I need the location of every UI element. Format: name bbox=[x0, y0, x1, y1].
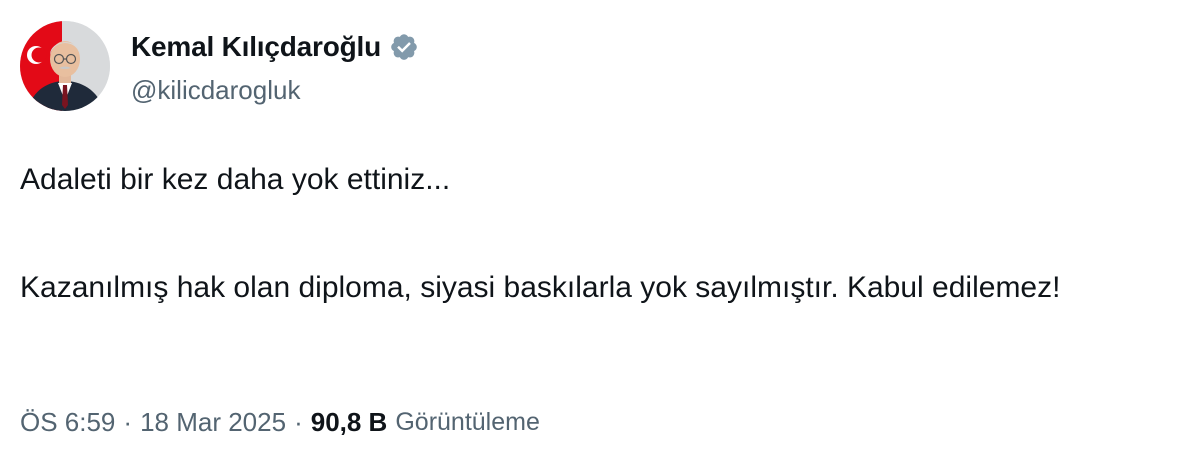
tweet-meta: ÖS 6:59 · 18 Mar 2025 · 90,8 B Görüntüle… bbox=[20, 407, 540, 438]
profile-photo-icon bbox=[20, 21, 110, 111]
tweet-time[interactable]: ÖS 6:59 bbox=[20, 407, 115, 438]
meta-separator: · bbox=[123, 407, 133, 437]
avatar[interactable] bbox=[20, 21, 110, 111]
views-label: Görüntüleme bbox=[395, 408, 540, 436]
tweet-card: Kemal Kılıçdaroğlu @kilicdarogluk Adalet… bbox=[0, 0, 1200, 462]
tweet-paragraph-2: Kazanılmış hak olan diploma, siyasi bask… bbox=[20, 271, 1061, 304]
views-count[interactable]: 90,8 B bbox=[311, 407, 388, 438]
tweet-date[interactable]: 18 Mar 2025 bbox=[140, 407, 286, 438]
verified-badge-icon bbox=[389, 32, 419, 62]
meta-separator: · bbox=[294, 407, 303, 437]
tweet-paragraph-1: Adaleti bir kez daha yok ettiniz... bbox=[20, 163, 451, 196]
author-handle[interactable]: @kilicdarogluk bbox=[131, 75, 300, 106]
tweet-text: Adaleti bir kez daha yok ettiniz... Kaza… bbox=[20, 158, 1170, 310]
author-name-row: Kemal Kılıçdaroğlu bbox=[131, 27, 419, 67]
author-display-name[interactable]: Kemal Kılıçdaroğlu bbox=[131, 31, 381, 63]
